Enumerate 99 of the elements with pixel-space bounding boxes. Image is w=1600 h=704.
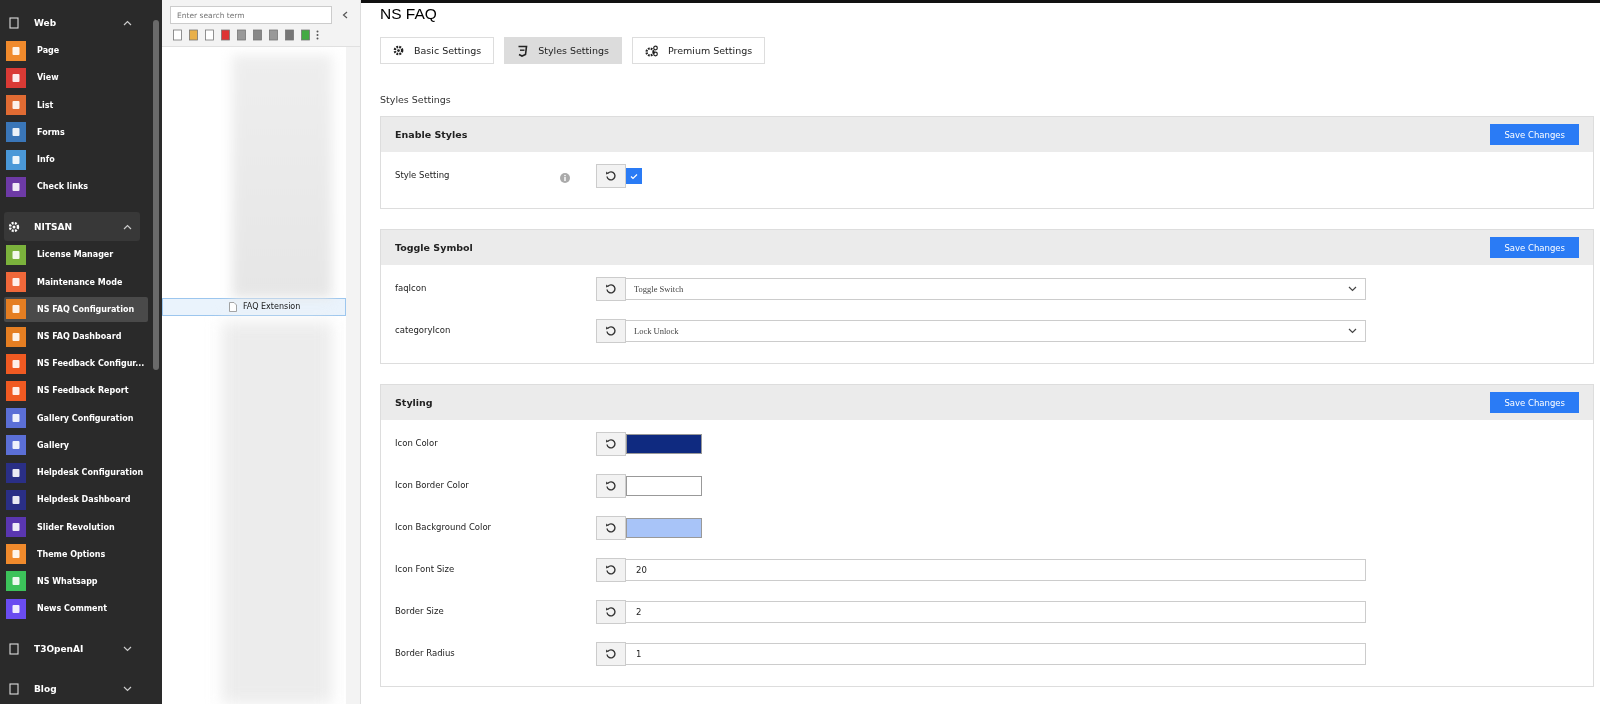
- module-group-header[interactable]: Web: [4, 8, 140, 38]
- reset-icon: [605, 283, 617, 295]
- settings-tab[interactable]: Basic Settings: [380, 37, 495, 64]
- sidebar-item[interactable]: NS FAQ Configuration: [4, 296, 148, 322]
- chevron-down-icon: [1348, 328, 1357, 334]
- sidebar-item[interactable]: Slider Revolution: [4, 514, 148, 540]
- scrollbar-thumb[interactable]: [153, 20, 159, 370]
- reset-icon: [605, 325, 617, 337]
- reset-button[interactable]: [596, 474, 626, 498]
- sidebar-item[interactable]: View: [4, 65, 148, 91]
- input-field[interactable]: 2: [626, 601, 1366, 623]
- color-swatch[interactable]: [626, 434, 702, 454]
- reset-icon: [605, 648, 617, 660]
- chevron-up-icon: [123, 223, 132, 230]
- more-icon[interactable]: [316, 30, 319, 40]
- reset-button[interactable]: [596, 516, 626, 540]
- card-title: Toggle Symbol: [395, 242, 473, 253]
- reset-icon: [605, 564, 617, 576]
- sidebar-item[interactable]: Gallery: [4, 432, 148, 458]
- collapse-icon[interactable]: [342, 11, 348, 19]
- sidebar-item[interactable]: Forms: [4, 119, 148, 145]
- reset-button[interactable]: [596, 319, 626, 343]
- section-title: Styles Settings: [380, 94, 452, 105]
- sidebar-item[interactable]: License Manager: [4, 242, 148, 268]
- settings-tab[interactable]: Styles Settings: [504, 37, 622, 64]
- sidebar-item[interactable]: Check links: [4, 174, 148, 200]
- reset-button[interactable]: [596, 432, 626, 456]
- color-swatch[interactable]: [626, 476, 702, 496]
- page-action-icon[interactable]: [220, 29, 231, 41]
- module-group-header[interactable]: NITSAN: [4, 212, 140, 242]
- save-button[interactable]: Save Changes: [1490, 237, 1579, 258]
- field-label: Icon Color: [395, 437, 439, 448]
- input-field[interactable]: 20: [626, 559, 1366, 581]
- chevron-down-icon: [123, 686, 132, 693]
- field-label: faqIcon: [395, 282, 428, 293]
- field-label: Border Radius: [395, 647, 456, 658]
- field-label: Border Size: [395, 605, 445, 616]
- tree-node[interactable]: FAQ Extension: [162, 298, 346, 316]
- page-action-icon[interactable]: [252, 29, 263, 41]
- reset-icon: [605, 480, 617, 492]
- settings-tab[interactable]: Premium Settings: [631, 37, 766, 64]
- sidebar-item[interactable]: Maintenance Mode: [4, 269, 148, 295]
- page-action-icon[interactable]: [236, 29, 247, 41]
- reset-icon: [605, 606, 617, 618]
- sidebar-item[interactable]: Page: [4, 38, 148, 64]
- module-group-header[interactable]: Blog: [4, 674, 140, 704]
- page-icon: [229, 301, 237, 312]
- module-group-header[interactable]: T3OpenAI: [4, 634, 140, 664]
- sidebar-item[interactable]: Helpdesk Dashboard: [4, 487, 148, 513]
- reset-button[interactable]: [596, 558, 626, 582]
- reset-icon: [605, 438, 617, 450]
- reset-button[interactable]: [596, 277, 626, 301]
- sidebar-item[interactable]: News Comment: [4, 596, 148, 622]
- card-title: Enable Styles: [395, 129, 468, 140]
- color-swatch[interactable]: [626, 518, 702, 538]
- sidebar-item[interactable]: Theme Options: [4, 541, 148, 567]
- page-action-icon[interactable]: [172, 29, 183, 41]
- gear-icon: [393, 45, 404, 56]
- chevron-up-icon: [123, 19, 132, 26]
- gear-icon: [8, 220, 20, 233]
- sidebar-item[interactable]: Gallery Configuration: [4, 405, 148, 431]
- page-action-icon[interactable]: [268, 29, 279, 41]
- page-action-icon[interactable]: [204, 29, 215, 41]
- css-icon: [517, 44, 529, 57]
- reset-icon: [605, 170, 617, 182]
- save-button[interactable]: Save Changes: [1490, 124, 1579, 145]
- sidebar-item[interactable]: List: [4, 92, 148, 118]
- page-action-icon[interactable]: [188, 29, 199, 41]
- select-field[interactable]: Toggle Switch: [626, 278, 1366, 300]
- sidebar-item[interactable]: NS Whatsapp: [4, 568, 148, 595]
- module-icon: [8, 642, 20, 655]
- checkbox[interactable]: [626, 168, 642, 184]
- field-label: Icon Font Size: [395, 563, 456, 574]
- field-label: Style Setting: [395, 169, 451, 180]
- module-icon: [8, 683, 20, 696]
- checkmark-icon: [630, 172, 638, 180]
- field-label: categoryIcon: [395, 324, 452, 335]
- card-title: Styling: [395, 397, 433, 408]
- field-label: Icon Border Color: [395, 479, 470, 490]
- gears-icon: [644, 44, 658, 57]
- sidebar-item[interactable]: Helpdesk Configuration: [4, 460, 148, 486]
- page-action-icon[interactable]: [300, 29, 311, 41]
- reset-icon: [605, 522, 617, 534]
- save-button[interactable]: Save Changes: [1490, 392, 1579, 413]
- sidebar-item[interactable]: NS FAQ Dashboard: [4, 323, 148, 350]
- page-title: NS FAQ: [380, 5, 438, 23]
- reset-button[interactable]: [596, 642, 626, 666]
- field-label: Icon Background Color: [395, 521, 493, 532]
- select-field[interactable]: Lock Unlock: [626, 320, 1366, 342]
- reset-button[interactable]: [596, 164, 626, 188]
- sidebar-item[interactable]: NS Feedback Configur...: [4, 351, 148, 377]
- sidebar-item[interactable]: Info: [4, 147, 148, 173]
- chevron-down-icon: [123, 645, 132, 652]
- chevron-down-icon: [1348, 286, 1357, 292]
- page-action-icon[interactable]: [284, 29, 295, 41]
- module-icon: [8, 16, 20, 29]
- sidebar-item[interactable]: NS Feedback Report: [4, 378, 148, 404]
- reset-button[interactable]: [596, 600, 626, 624]
- input-field[interactable]: 1: [626, 643, 1366, 665]
